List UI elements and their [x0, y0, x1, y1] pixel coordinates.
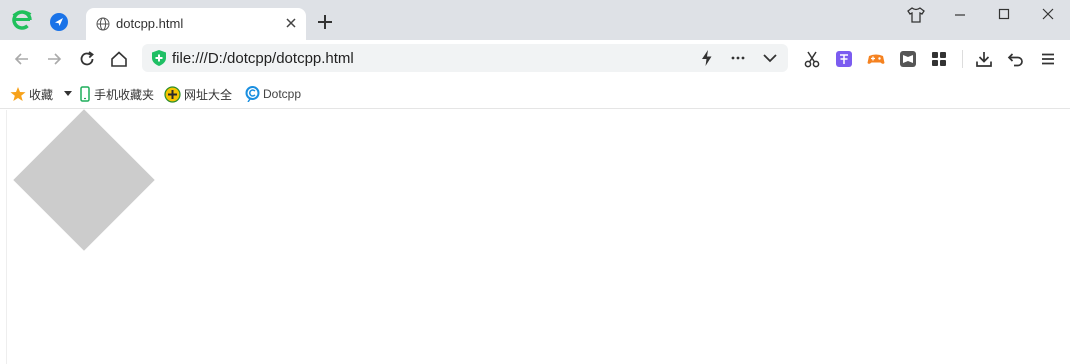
reader-icon[interactable]: [898, 49, 918, 69]
bookmarks-bar: 收藏 手机收藏夹 网址大全 Dotcpp: [0, 78, 1070, 109]
dotcpp-icon: [245, 86, 260, 102]
bookmark-navigation[interactable]: 网址大全: [164, 85, 232, 103]
toolbar: file:///D:/dotcpp/dotcpp.html: [0, 40, 1070, 78]
navigation-icon[interactable]: [50, 13, 68, 31]
apps-grid-icon[interactable]: [929, 49, 949, 69]
bookmark-mobile[interactable]: 手机收藏夹: [79, 85, 154, 103]
more-icon[interactable]: [729, 49, 747, 67]
globe-icon: [96, 17, 110, 31]
lightning-icon[interactable]: [698, 49, 716, 67]
home-icon[interactable]: [109, 49, 129, 69]
bookmark-label: 网址大全: [184, 87, 233, 102]
phone-icon: [80, 86, 90, 102]
menu-icon[interactable]: [1038, 49, 1058, 69]
caret-down-icon[interactable]: [64, 91, 72, 97]
back-arrow-icon[interactable]: [12, 49, 32, 69]
bookmark-dotcpp[interactable]: Dotcpp: [245, 85, 301, 103]
game-controller-icon[interactable]: [866, 49, 886, 69]
tab-active[interactable]: dotcpp.html: [86, 8, 306, 40]
new-tab-button[interactable]: [316, 13, 334, 31]
browser-logo-icon[interactable]: [10, 8, 34, 32]
download-icon[interactable]: [974, 49, 994, 69]
skin-icon[interactable]: [906, 6, 926, 24]
tab-bar: dotcpp.html: [0, 0, 1070, 40]
toolbar-divider: [962, 50, 963, 68]
compass-icon: [164, 85, 181, 103]
url-text[interactable]: file:///D:/dotcpp/dotcpp.html: [172, 50, 354, 67]
translate-icon[interactable]: [834, 49, 854, 69]
undo-icon[interactable]: [1006, 49, 1026, 69]
maximize-button[interactable]: [994, 6, 1014, 24]
page-left-edge: [6, 110, 7, 364]
secure-shield-icon: [152, 50, 166, 66]
bookmark-label: Dotcpp: [263, 87, 302, 101]
star-icon: [10, 87, 26, 101]
tab-title: dotcpp.html: [116, 16, 184, 31]
bookmark-label: 收藏: [29, 87, 54, 102]
close-icon[interactable]: [283, 15, 299, 31]
bookmark-favorites[interactable]: 收藏: [10, 85, 53, 103]
close-window-button[interactable]: [1038, 6, 1058, 24]
page-viewport: [0, 110, 1070, 364]
scissors-icon[interactable]: [802, 49, 822, 69]
bookmark-label: 手机收藏夹: [94, 87, 155, 102]
address-bar[interactable]: file:///D:/dotcpp/dotcpp.html: [142, 44, 788, 72]
forward-arrow-icon[interactable]: [44, 49, 64, 69]
reload-icon[interactable]: [77, 49, 97, 69]
chevron-down-icon[interactable]: [761, 49, 779, 67]
minimize-button[interactable]: [950, 6, 970, 24]
